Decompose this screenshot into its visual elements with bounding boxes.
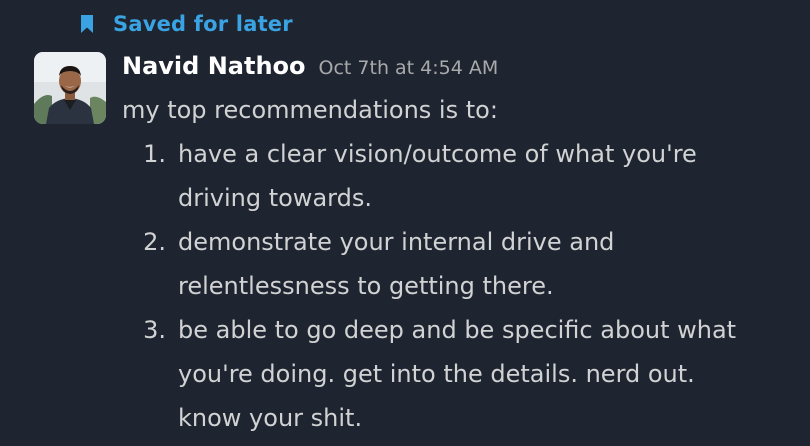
message-timestamp[interactable]: Oct 7th at 4:54 AM: [319, 57, 499, 79]
list-item: 3. be able to go deep and be specific ab…: [122, 308, 810, 440]
saved-for-later-banner: Saved for later: [80, 9, 293, 39]
message-intro: my top recommendations is to:: [122, 96, 498, 124]
list-item-number: 3.: [143, 316, 166, 344]
message-header: Navid Nathoo Oct 7th at 4:54 AM: [122, 52, 810, 88]
list-item-text: be able to go deep and be specific about…: [178, 316, 737, 432]
list-item-number: 1.: [143, 140, 166, 168]
avatar[interactable]: [34, 52, 106, 124]
list-item-text: have a clear vision/outcome of what you'…: [178, 140, 697, 212]
list-item-number: 2.: [143, 228, 166, 256]
list-item: 1. have a clear vision/outcome of what y…: [122, 132, 810, 220]
bookmark-icon: [80, 14, 94, 34]
list-item-text: demonstrate your internal drive and rele…: [178, 228, 615, 300]
message: Navid Nathoo Oct 7th at 4:54 AM my top r…: [122, 52, 810, 440]
saved-for-later-label: Saved for later: [113, 12, 293, 36]
list-item: 2. demonstrate your internal drive and r…: [122, 220, 810, 308]
author-name[interactable]: Navid Nathoo: [122, 52, 306, 80]
recommendation-list: 1. have a clear vision/outcome of what y…: [122, 132, 810, 440]
